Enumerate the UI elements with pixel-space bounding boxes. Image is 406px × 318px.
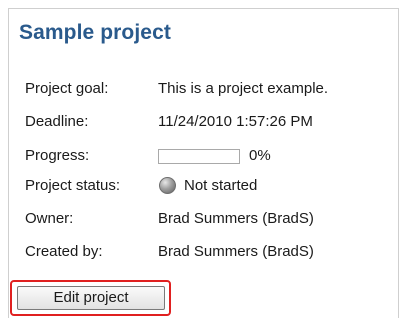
project-goal-label: Project goal: <box>25 80 109 97</box>
progress-label: Progress: <box>25 147 90 164</box>
created-by-label: Created by: <box>25 243 103 260</box>
project-title: Sample project <box>19 21 171 44</box>
status-not-started-icon <box>159 177 176 194</box>
deadline-value: 11/24/2010 1:57:26 PM <box>158 113 313 130</box>
created-by-value: Brad Summers (BradS) <box>158 243 314 260</box>
owner-label: Owner: <box>25 210 74 227</box>
edit-project-button[interactable]: Edit project <box>17 286 165 310</box>
progress-percent: 0% <box>249 147 271 164</box>
deadline-label: Deadline: <box>25 113 89 130</box>
owner-value: Brad Summers (BradS) <box>158 210 314 227</box>
progress-bar <box>158 149 240 164</box>
project-status-value: Not started <box>184 177 258 194</box>
project-status-label: Project status: <box>25 177 121 194</box>
project-goal-value: This is a project example. <box>158 80 329 97</box>
